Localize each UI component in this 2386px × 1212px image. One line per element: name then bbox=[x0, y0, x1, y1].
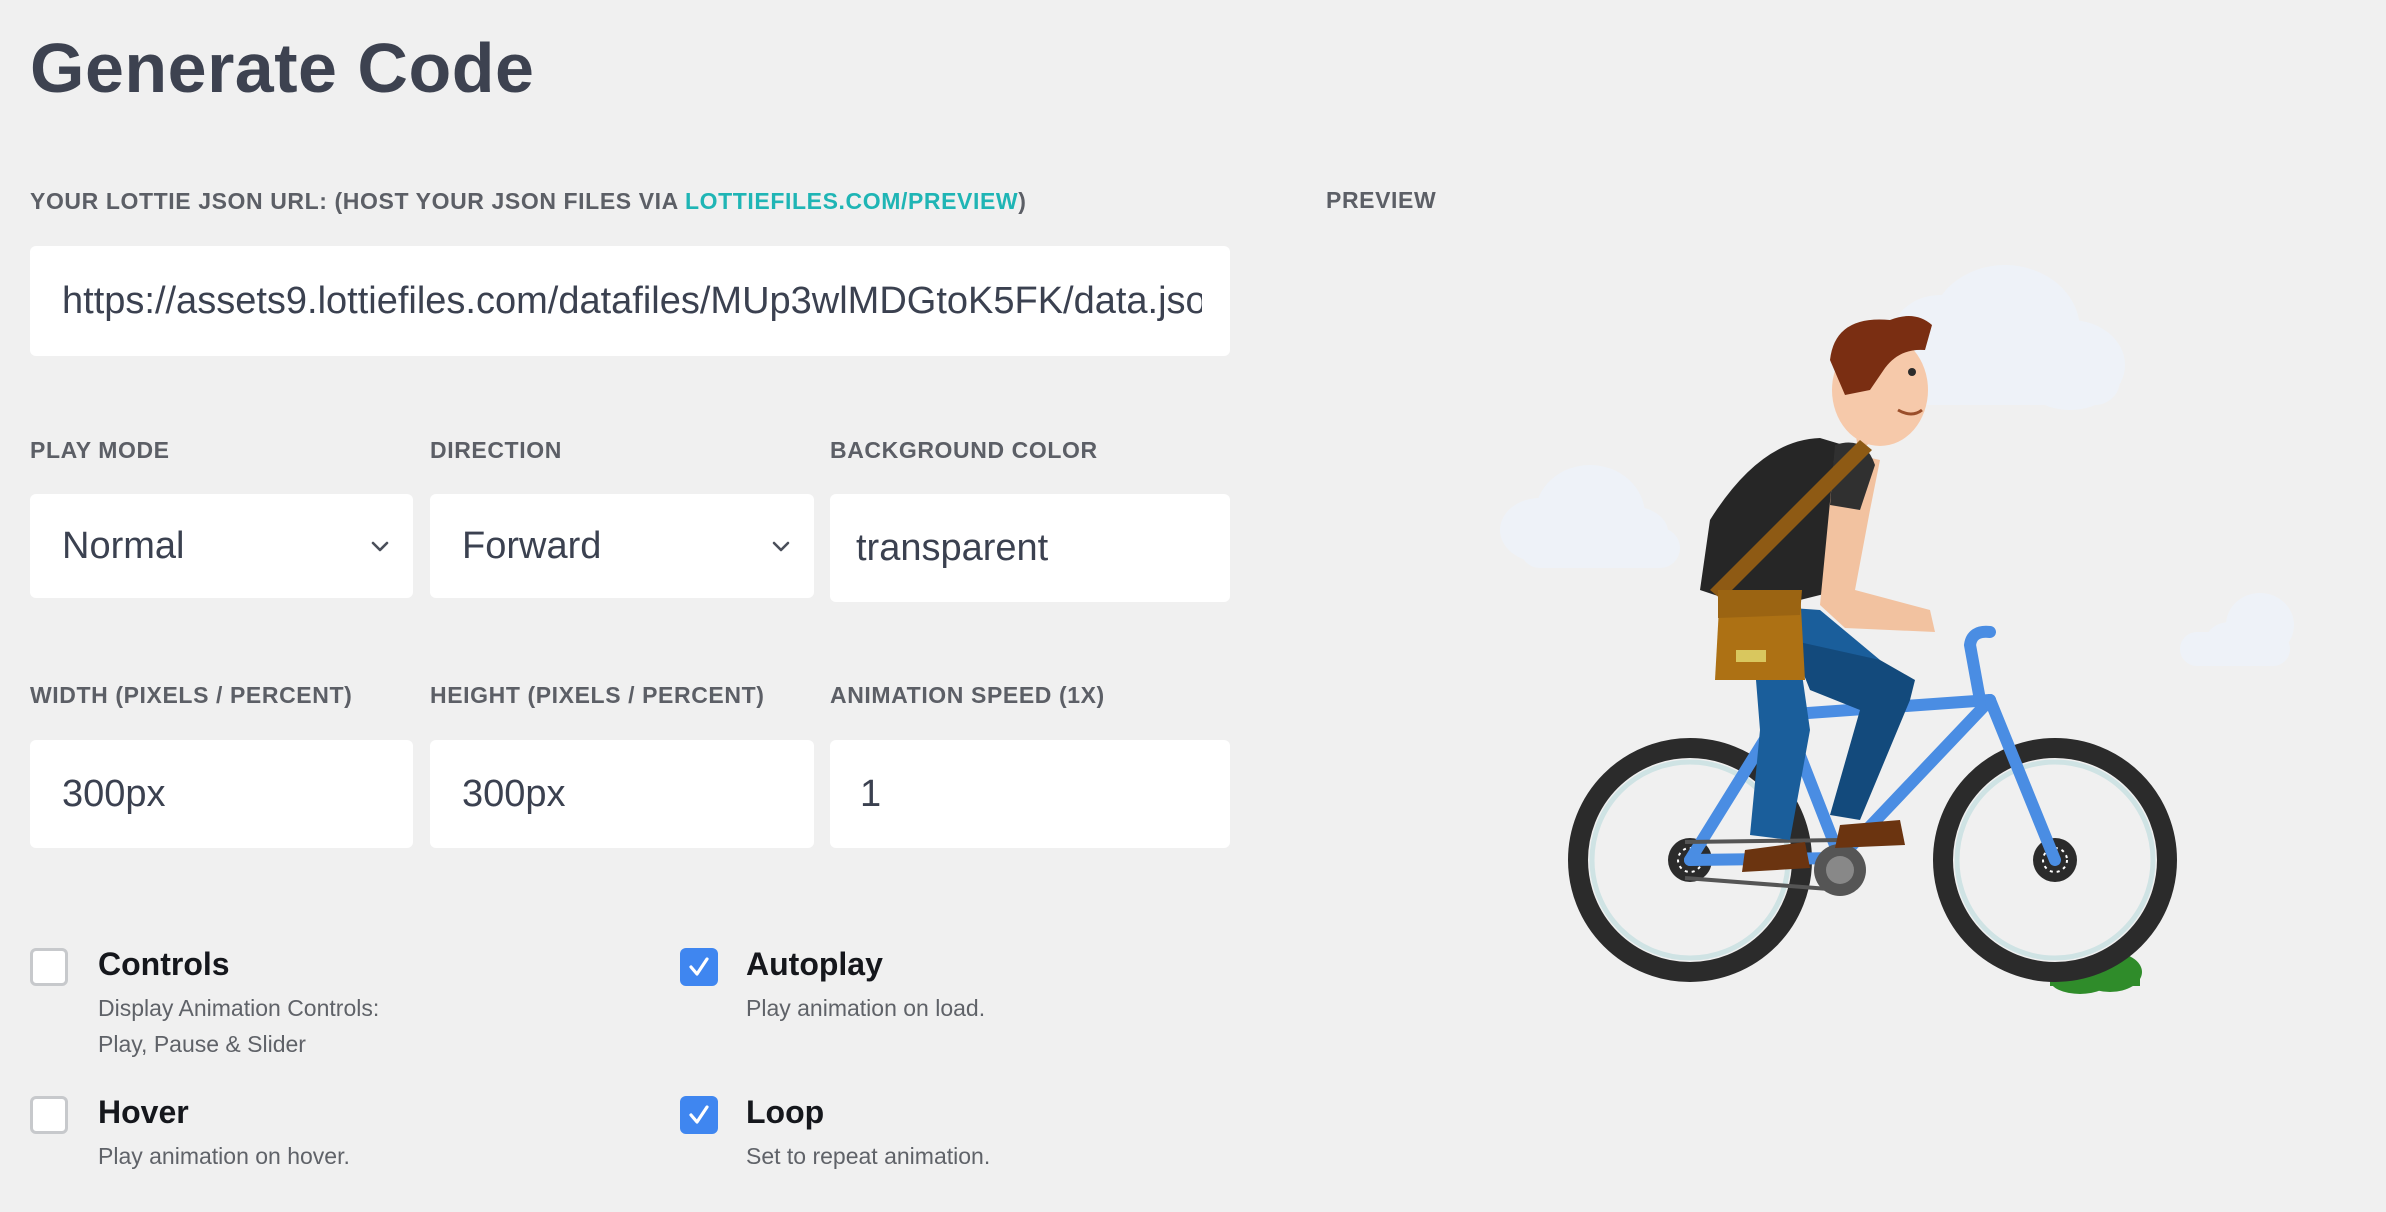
height-input[interactable]: 300px bbox=[430, 740, 814, 848]
cloud-icon bbox=[2180, 593, 2294, 666]
background-color-value: transparent bbox=[856, 526, 1049, 569]
play-mode-label: PLAY MODE bbox=[30, 437, 170, 463]
controls-description: Display Animation Controls: Play, Pause … bbox=[98, 995, 380, 1057]
checkmark-icon bbox=[689, 957, 709, 976]
preview-animation bbox=[1500, 265, 2294, 994]
loop-title: Loop bbox=[746, 1094, 825, 1130]
autoplay-title: Autoplay bbox=[746, 946, 883, 982]
lottie-url-value: https://assets9.lottiefiles.com/datafile… bbox=[62, 279, 1202, 322]
direction-select[interactable]: Forward bbox=[430, 494, 814, 598]
width-value: 300px bbox=[62, 772, 166, 815]
controls-title: Controls bbox=[98, 946, 230, 982]
hover-description: Play animation on hover. bbox=[98, 1143, 350, 1169]
speed-input[interactable]: 1 bbox=[830, 740, 1230, 848]
url-label: YOUR LOTTIE JSON URL: (HOST YOUR JSON FI… bbox=[30, 188, 1027, 215]
speed-value: 1 bbox=[860, 772, 882, 815]
speed-label: ANIMATION SPEED (1X) bbox=[830, 682, 1105, 708]
chevron-down-icon bbox=[772, 541, 790, 552]
play-mode-select[interactable]: Normal bbox=[30, 494, 413, 598]
direction-label: DIRECTION bbox=[430, 437, 562, 463]
page-title: Generate Code bbox=[30, 29, 535, 107]
height-value: 300px bbox=[462, 772, 566, 815]
autoplay-checkbox[interactable] bbox=[680, 948, 718, 986]
direction-value: Forward bbox=[462, 524, 602, 567]
loop-description: Set to repeat animation. bbox=[746, 1143, 991, 1169]
url-label-suffix: ) bbox=[1018, 188, 1027, 214]
height-label: HEIGHT (PIXELS / PERCENT) bbox=[430, 682, 765, 708]
preview-label: PREVIEW bbox=[1326, 187, 1437, 213]
checkmark-icon bbox=[689, 1105, 709, 1124]
play-mode-value: Normal bbox=[62, 524, 185, 567]
autoplay-description: Play animation on load. bbox=[746, 995, 986, 1021]
background-color-input[interactable]: transparent bbox=[830, 494, 1230, 602]
controls-checkbox[interactable] bbox=[30, 948, 68, 986]
chevron-down-icon bbox=[371, 541, 389, 552]
width-input[interactable]: 300px bbox=[30, 740, 413, 848]
lottiefiles-preview-link[interactable]: LOTTIEFILES.COM/PREVIEW bbox=[685, 188, 1018, 214]
rider-head bbox=[1830, 316, 1932, 446]
url-label-text: YOUR LOTTIE JSON URL: (HOST YOUR JSON FI… bbox=[30, 188, 685, 214]
hover-title: Hover bbox=[98, 1094, 189, 1130]
hover-checkbox[interactable] bbox=[30, 1096, 68, 1134]
cloud-icon bbox=[1500, 465, 1680, 568]
lottie-url-input[interactable]: https://assets9.lottiefiles.com/datafile… bbox=[30, 246, 1230, 356]
width-label: WIDTH (PIXELS / PERCENT) bbox=[30, 682, 353, 708]
background-color-label: BACKGROUND COLOR bbox=[830, 437, 1098, 463]
loop-checkbox[interactable] bbox=[680, 1096, 718, 1134]
